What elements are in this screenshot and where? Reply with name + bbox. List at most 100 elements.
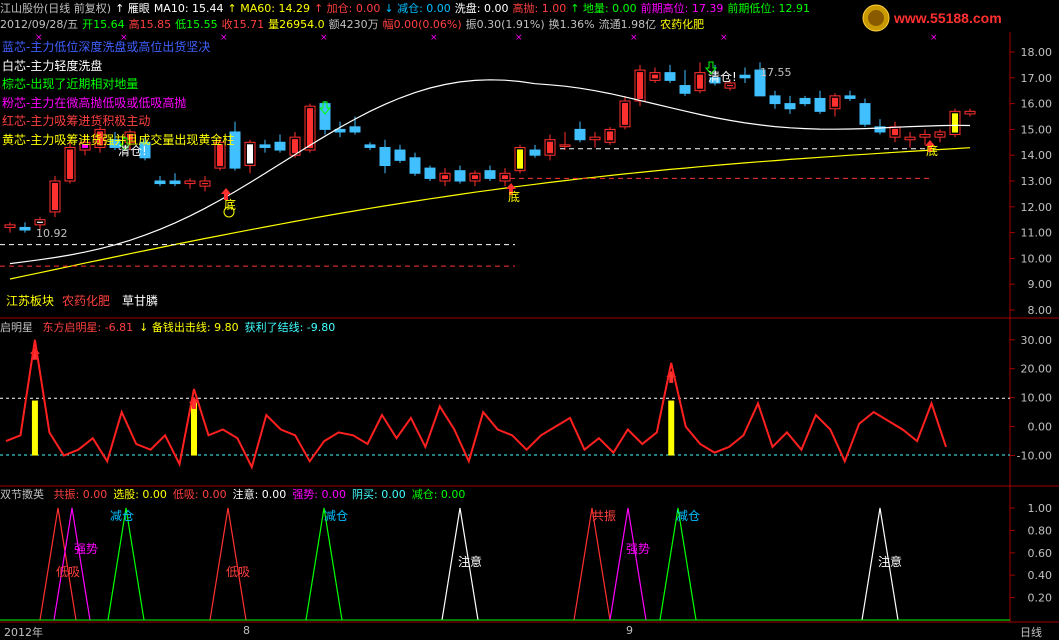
panel3-indicator: 注意: 0.00 — [232, 488, 287, 501]
candle-body — [769, 95, 781, 105]
di-label-1: 底 — [224, 198, 237, 212]
qingcang-label-1: 清仓! — [118, 144, 147, 158]
sector-tag-2[interactable]: 农药化肥 — [62, 292, 110, 309]
panel3-indicator: 选股: 0.00 — [113, 488, 167, 501]
header-item: 前期低位: 12.91 — [727, 2, 811, 15]
price-tick-label: 17.00 — [1021, 72, 1053, 85]
header-item: MA10: 15.44 — [153, 2, 224, 15]
panel3-indicator: 阴买: 0.00 — [352, 488, 406, 501]
panel3-indicator: 低吸: 0.00 — [172, 488, 227, 501]
header-item: 江山股份(日线 前复权) — [0, 2, 112, 15]
panel3-indicator: 减仓: 0.00 — [411, 488, 466, 501]
signal-bar — [31, 400, 38, 456]
candle-body — [364, 144, 376, 148]
candle-core — [247, 144, 253, 164]
osc-tick-label: 0.00 — [1028, 421, 1053, 434]
period-label[interactable]: 日线 — [1020, 624, 1042, 640]
candle-core — [292, 139, 298, 154]
sector-tag-3[interactable]: 草甘膦 — [122, 292, 158, 309]
panel2-indicator: ↓ 备钱出击线: 9.80 — [139, 321, 239, 334]
header-item: 高抛: 1.00 — [512, 2, 567, 15]
gongzhen-label: 共振 — [592, 509, 617, 523]
candle-body — [409, 157, 421, 174]
candle-body — [19, 226, 31, 231]
candle-core — [442, 175, 448, 179]
qimingxing-line — [5, 339, 947, 470]
legend-item: 蓝芯-主力低位深度洗盘或高位出货坚决 — [2, 40, 211, 54]
candle-body — [844, 95, 856, 99]
candle-core — [217, 144, 223, 167]
panel2-title-row: 启明星 东方启明星: -6.81 ↓ 备钱出击线: 9.80 获利了结线: -9.8… — [0, 320, 347, 336]
header-item: ↓ 减仓: 0.00 — [384, 2, 451, 15]
gongzhen-spike — [573, 507, 611, 621]
panel2-indicator: 东方启明星: -6.81 — [42, 321, 134, 334]
candle-body — [799, 97, 811, 105]
panel2-title: 启明星 — [0, 321, 33, 334]
logo-emblem-icon — [862, 4, 890, 32]
price-tick-label: 13.00 — [1021, 175, 1053, 188]
candle-core — [637, 72, 643, 100]
price-tick-label: 12.00 — [1021, 201, 1053, 214]
candle-body — [589, 136, 601, 141]
jiancang-spike — [659, 507, 697, 621]
top-marker-icon: × — [320, 33, 328, 43]
candle-core — [937, 133, 943, 136]
di-label-3: 底 — [926, 144, 939, 158]
price-tick-label: 14.00 — [1021, 149, 1053, 162]
header-item: 洗盘: 0.00 — [454, 2, 509, 15]
signal-tick-label: 0.80 — [1028, 524, 1053, 537]
candle-body — [259, 144, 271, 148]
qingcang-label-2: 清仓! — [708, 70, 737, 84]
dixi-label-2: 低吸 — [226, 565, 251, 579]
price-tick-label: 15.00 — [1021, 123, 1053, 136]
candle-body — [394, 149, 406, 161]
top-marker-icon: × — [630, 33, 638, 43]
quote-item: 开15.64 — [82, 18, 125, 31]
header-item: ↑ 雁眼 — [115, 2, 150, 15]
candle-body — [739, 74, 751, 79]
osc-tick-label: -10.00 — [1017, 450, 1052, 463]
candle-core — [727, 84, 733, 87]
signal-bar — [668, 400, 675, 456]
price-tick-label: 9.00 — [1028, 278, 1053, 291]
header-row-1: 江山股份(日线 前复权) ↑ 雁眼 MA10: 15.44 ↑ MA60: 14.29… — [0, 1, 1010, 17]
candle-core — [652, 74, 658, 79]
candle-body — [484, 170, 496, 179]
quote-item: 振0.30(1.91%) — [465, 18, 545, 31]
price-tick-label: 18.00 — [1021, 46, 1053, 59]
candle-body — [274, 141, 286, 151]
qiangshi-spike — [609, 507, 647, 621]
candle-body — [184, 180, 196, 185]
quote-item: 2012/09/28/五 — [0, 18, 79, 31]
top-marker-icon: × — [220, 33, 228, 43]
quote-item: 量26954.0 — [268, 18, 325, 31]
candle-body — [379, 146, 391, 167]
candle-body — [154, 180, 166, 185]
candle-core — [472, 175, 478, 179]
candle-body — [574, 128, 586, 141]
legend-item: 红芯-主力吸筹进货积极主动 — [2, 114, 151, 128]
candle-body — [919, 134, 931, 138]
candle-body — [424, 167, 436, 179]
signal-tick-label: 0.40 — [1028, 569, 1053, 582]
header-item: ↑ 加仓: 0.00 — [313, 2, 381, 15]
jiancang-label-1: 减仓 — [110, 509, 135, 523]
top-marker-icon: × — [930, 33, 938, 43]
quote-item: 幅0.00(0.06%) — [382, 18, 462, 31]
candle-core — [607, 131, 613, 141]
price-tick-label: 10.00 — [1021, 252, 1053, 265]
osc-tick-label: 30.00 — [1021, 334, 1053, 347]
panel3-indicator: 共振: 0.00 — [53, 488, 108, 501]
legend-item: 粉芯-主力在微高抛低吸或低吸高抛 — [2, 95, 187, 110]
panel3-title: 双节擞英 — [0, 488, 44, 501]
candle-body — [4, 224, 16, 228]
price-tick-label: 11.00 — [1021, 227, 1053, 240]
candle-core — [622, 103, 628, 125]
osc-tick-label: 10.00 — [1021, 392, 1053, 405]
panel2-indicator: 获利了结线: -9.80 — [244, 321, 336, 334]
signal-tick-label: 0.20 — [1028, 592, 1053, 605]
candle-body — [664, 72, 676, 81]
sector-tag-1[interactable]: 江苏板块 — [6, 292, 54, 309]
candle-core — [502, 175, 508, 179]
top-marker-icon: × — [720, 33, 728, 43]
